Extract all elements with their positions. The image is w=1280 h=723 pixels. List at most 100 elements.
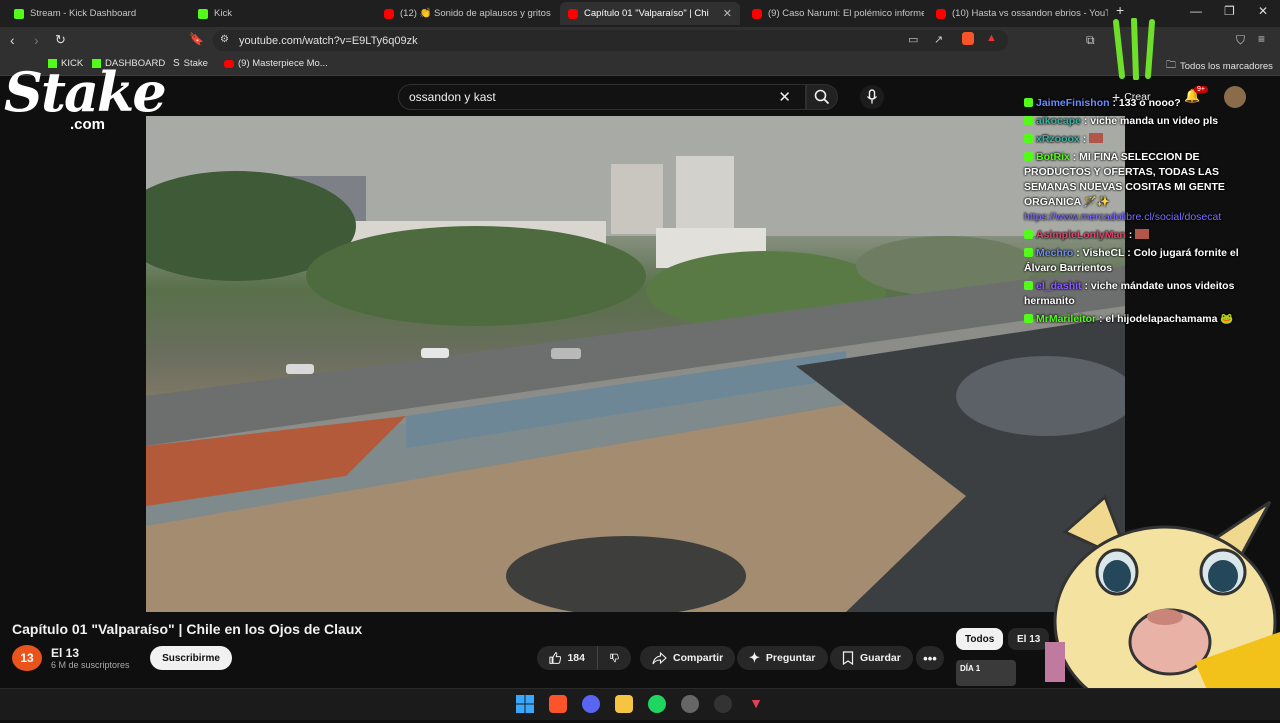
related-thumbnail[interactable]: DÍA 1 bbox=[956, 660, 1016, 686]
tab-ossandon-ebrios[interactable]: (10) Hasta vs ossandon ebrios - YouT bbox=[928, 2, 1108, 25]
kick-icon bbox=[1024, 116, 1033, 125]
chat-username: AsimpleLonlyMan bbox=[1036, 229, 1126, 241]
bookmark-icon[interactable]: 🔖 bbox=[189, 32, 204, 46]
chat-message: MrMarileitor : el hijodelapachamama 🐸 bbox=[1024, 312, 1256, 327]
streamlabs-icon[interactable]: ▼ bbox=[747, 695, 765, 713]
tab-title: (12) 👏 Sonido de aplausos y gritos bbox=[400, 8, 551, 19]
share-button[interactable]: Compartir bbox=[640, 646, 736, 670]
chat-message: xRzooox : bbox=[1024, 132, 1256, 147]
discord-icon[interactable] bbox=[582, 695, 600, 713]
tab-aplausos[interactable]: (12) 👏 Sonido de aplausos y gritos bbox=[376, 2, 556, 25]
kick-icon bbox=[1024, 230, 1033, 239]
channel-name[interactable]: El 13 bbox=[51, 646, 79, 660]
windows-logo-icon bbox=[516, 695, 534, 713]
menu-icon[interactable]: ≡ bbox=[1258, 32, 1265, 46]
bookmark-masterpiece[interactable]: (9) Masterpiece Mo... bbox=[224, 58, 328, 69]
bookmark-label: (9) Masterpiece Mo... bbox=[238, 58, 328, 69]
more-actions-button[interactable]: ••• bbox=[916, 646, 944, 670]
tab-title: Capítulo 01 "Valparaíso" | Chi bbox=[584, 8, 709, 19]
stake-logo: Stake .com bbox=[0, 60, 180, 150]
spotify-icon[interactable] bbox=[648, 695, 666, 713]
chat-message: BotRix : MI FINA SELECCION DE PRODUCTOS … bbox=[1024, 150, 1256, 225]
notifications-badge: 9+ bbox=[1194, 86, 1208, 93]
tab-caso-narumi[interactable]: (9) Caso Narumi: El polémico informe bbox=[744, 2, 924, 25]
stake-logo-domain: .com bbox=[70, 116, 106, 133]
chat-username: Mechro bbox=[1036, 247, 1074, 259]
all-bookmarks-label: Todos los marcadores bbox=[1180, 61, 1273, 72]
url-field[interactable]: youtube.com/watch?v=E9LTy6q09zk bbox=[213, 30, 1008, 51]
cat-avatar-icon bbox=[1045, 494, 1280, 720]
channel-avatar[interactable]: 13 bbox=[12, 645, 42, 671]
chip-todos[interactable]: Todos bbox=[956, 628, 1004, 650]
reload-icon[interactable]: ↻ bbox=[55, 32, 66, 48]
search-query: ossandon y kast bbox=[409, 90, 496, 104]
obs-icon[interactable] bbox=[681, 695, 699, 713]
video-frame bbox=[146, 116, 1125, 612]
restore-icon[interactable]: ❐ bbox=[1224, 4, 1235, 18]
new-tab-button[interactable]: + bbox=[1116, 2, 1124, 18]
tab-title: Kick bbox=[214, 8, 232, 19]
vtuber-cat-avatar bbox=[1045, 492, 1280, 720]
voice-search-button[interactable] bbox=[860, 85, 884, 109]
brave-browser-icon[interactable] bbox=[549, 695, 567, 713]
subscribe-button[interactable]: Suscribirme bbox=[150, 646, 232, 670]
windows-start-icon[interactable] bbox=[516, 695, 534, 713]
search-icon bbox=[814, 89, 830, 105]
stake-logo-text: Stake bbox=[4, 60, 167, 124]
file-explorer-icon[interactable] bbox=[615, 695, 633, 713]
brave-rewards-icon[interactable]: ▲ bbox=[986, 32, 997, 44]
share-page-icon[interactable]: ↗ bbox=[934, 33, 943, 46]
chat-message: aikocape : viche manda un video pls bbox=[1024, 114, 1256, 129]
tab-valparaiso[interactable]: Capítulo 01 "Valparaíso" | Chi ✕ bbox=[560, 2, 740, 25]
save-button[interactable]: Guardar bbox=[830, 646, 913, 670]
chat-text: : 133 o nooo? bbox=[1112, 97, 1181, 109]
microphone-icon bbox=[866, 89, 878, 104]
chat-link[interactable]: https://www.mercadolibre.cl/social/dosec… bbox=[1024, 211, 1221, 223]
kick-icon bbox=[1024, 248, 1033, 257]
kick-icon bbox=[1024, 152, 1033, 161]
youtube-icon bbox=[936, 8, 946, 19]
dislike-button[interactable] bbox=[597, 646, 631, 670]
emote-icon bbox=[1089, 133, 1104, 143]
cast-icon[interactable]: ▭ bbox=[908, 33, 918, 46]
close-window-icon[interactable]: ✕ bbox=[1258, 4, 1268, 18]
monster-claw-icon bbox=[1113, 17, 1155, 81]
search-button[interactable] bbox=[806, 84, 838, 110]
app-icon[interactable] bbox=[714, 695, 732, 713]
subscriber-count: 6 M de suscriptores bbox=[51, 660, 130, 670]
chat-username: BotRix bbox=[1036, 151, 1070, 163]
chat-username: xRzooox bbox=[1036, 133, 1080, 145]
youtube-icon bbox=[224, 59, 234, 68]
vpn-icon[interactable]: ⛉ bbox=[1236, 33, 1245, 48]
forward-icon[interactable]: › bbox=[34, 32, 39, 48]
chat-text: : viche manda un video pls bbox=[1083, 115, 1219, 127]
ask-label: Preguntar bbox=[765, 652, 816, 664]
youtube-icon bbox=[568, 8, 578, 19]
back-icon[interactable]: ‹ bbox=[10, 32, 15, 48]
folder-icon: 🗀 bbox=[1166, 60, 1176, 71]
monster-energy-logo bbox=[1108, 17, 1166, 81]
tab-kick[interactable]: Kick bbox=[190, 2, 370, 25]
save-label: Guardar bbox=[860, 652, 901, 664]
minimize-icon[interactable]: — bbox=[1190, 4, 1202, 18]
close-tab-icon[interactable]: ✕ bbox=[723, 7, 732, 20]
save-icon bbox=[842, 651, 854, 665]
search-input[interactable]: ossandon y kast ✕ bbox=[398, 84, 806, 110]
chat-text: : bbox=[1128, 229, 1133, 241]
like-button[interactable]: 184 bbox=[537, 646, 597, 670]
video-player[interactable] bbox=[146, 116, 1125, 612]
more-icon: ••• bbox=[923, 650, 937, 666]
site-settings-icon[interactable]: ⚙ bbox=[220, 34, 229, 45]
ask-button[interactable]: ✦ Preguntar bbox=[737, 646, 828, 670]
extensions-icon[interactable]: ⧉ bbox=[1086, 33, 1095, 48]
kick-icon bbox=[1024, 314, 1033, 323]
chip-el13[interactable]: El 13 bbox=[1008, 628, 1050, 650]
chat-username: MrMarileitor bbox=[1036, 313, 1097, 325]
chat-message: Mechro : VisheCL : Colo jugará fornite e… bbox=[1024, 246, 1256, 276]
brave-shields-icon[interactable] bbox=[962, 32, 974, 45]
clear-search-icon[interactable]: ✕ bbox=[778, 88, 791, 106]
thumbs-down-icon bbox=[610, 653, 619, 663]
all-bookmarks[interactable]: 🗀 Todos los marcadores bbox=[1166, 58, 1273, 75]
tab-kick-dashboard[interactable]: Stream - Kick Dashboard bbox=[6, 2, 184, 25]
sparkle-icon: ✦ bbox=[749, 650, 760, 665]
